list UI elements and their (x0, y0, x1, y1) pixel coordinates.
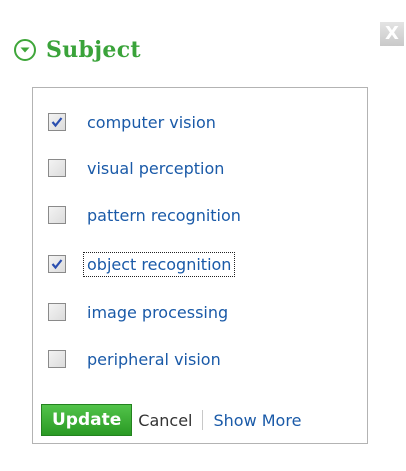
option-label[interactable]: computer vision (84, 111, 219, 134)
close-icon[interactable]: X (385, 23, 399, 44)
checkbox[interactable] (48, 206, 66, 224)
checkbox[interactable] (48, 350, 66, 368)
option-label[interactable]: peripheral vision (84, 348, 224, 371)
option-object-recognition[interactable]: object recognition (48, 247, 236, 281)
checkbox[interactable] (48, 255, 66, 273)
action-bar: Update Cancel Show More (41, 403, 301, 437)
close-button[interactable]: X (380, 22, 404, 46)
option-computer-vision[interactable]: computer vision (48, 105, 219, 139)
option-label[interactable]: pattern recognition (84, 204, 244, 227)
collapse-chevron-icon[interactable] (14, 39, 36, 61)
checkbox[interactable] (48, 113, 66, 131)
options-box: computer vision visual perception patter… (32, 87, 368, 444)
subject-filter-panel: X Subject computer vision visual percept… (0, 0, 406, 471)
update-button[interactable]: Update (41, 404, 133, 436)
option-visual-perception[interactable]: visual perception (48, 151, 227, 185)
option-peripheral-vision[interactable]: peripheral vision (48, 342, 224, 376)
section-title: Subject (46, 37, 141, 63)
cancel-link[interactable]: Cancel (138, 411, 192, 430)
show-more-link[interactable]: Show More (213, 411, 301, 430)
option-label[interactable]: image processing (84, 301, 231, 324)
option-image-processing[interactable]: image processing (48, 295, 231, 329)
link-divider (202, 410, 204, 430)
option-pattern-recognition[interactable]: pattern recognition (48, 198, 244, 232)
subject-header[interactable]: Subject (14, 28, 141, 72)
checkbox[interactable] (48, 159, 66, 177)
option-label[interactable]: object recognition (82, 251, 236, 277)
option-label[interactable]: visual perception (84, 157, 227, 180)
checkbox[interactable] (48, 303, 66, 321)
